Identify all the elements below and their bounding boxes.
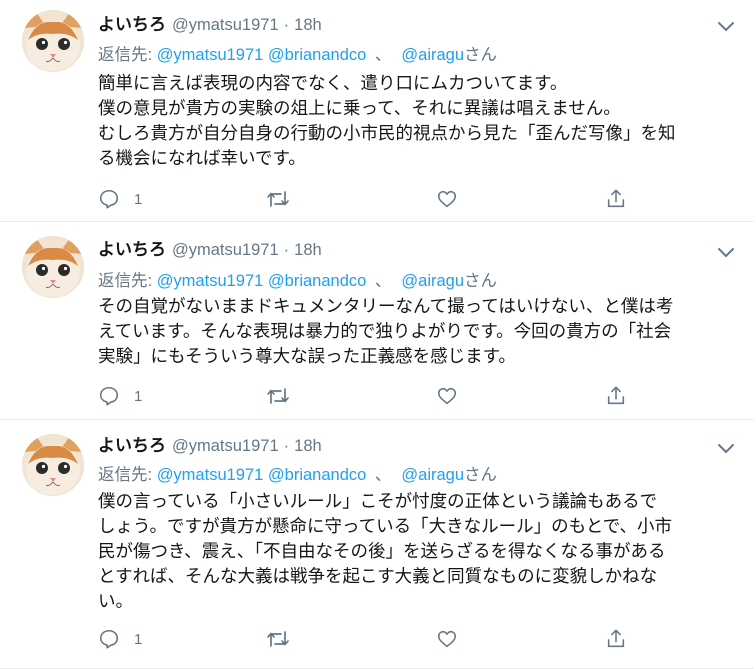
display-name[interactable]: よいちろ xyxy=(98,436,166,455)
display-name[interactable]: よいちろ xyxy=(98,240,166,259)
tweet[interactable]: よいちろ @ymatsu1971 · 18h 返信先: @ymatsu1971 @br… xyxy=(0,420,754,669)
reply-prefix: 返信先: xyxy=(98,272,153,290)
reply-button[interactable]: 1 xyxy=(98,626,142,652)
reply-count: 1 xyxy=(134,190,143,208)
chevron-down-icon[interactable] xyxy=(716,442,736,456)
chevron-down-icon[interactable] xyxy=(716,20,736,34)
retweet-icon xyxy=(267,191,289,207)
share-icon xyxy=(607,386,625,405)
share-icon xyxy=(607,629,625,648)
text-line: 民が傷つき、震え、「不自由なその後」を送らざるを得なくなる事がある xyxy=(98,541,666,561)
tweet-header: よいちろ @ymatsu1971 · 18h xyxy=(98,435,322,457)
mention-link[interactable]: @ymatsu1971 xyxy=(157,272,264,290)
reply-prefix: 返信先: xyxy=(98,46,153,64)
timestamp[interactable]: 18h xyxy=(294,16,322,34)
like-button[interactable] xyxy=(436,383,458,409)
heart-icon xyxy=(437,630,457,648)
reply-count: 1 xyxy=(134,630,143,648)
mention-link[interactable]: @brianandco xyxy=(268,466,366,484)
mention-link[interactable]: @brianandco xyxy=(268,46,366,64)
tweet-text: 簡単に言えば表現の内容でなく、遣り口にムカついてます。 僕の意見が貴方の実験の俎… xyxy=(98,71,720,171)
like-button[interactable] xyxy=(436,186,458,212)
kitten-avatar-icon xyxy=(22,434,84,496)
retweet-icon xyxy=(267,388,289,404)
kitten-avatar-icon xyxy=(22,236,84,298)
mention-link[interactable]: @airagu xyxy=(401,272,464,290)
share-button[interactable] xyxy=(605,626,627,652)
text-line: しょう。ですが貴方が懸命に守っている「大きなルール」のもとで、小市 xyxy=(98,516,672,536)
text-line: むしろ貴方が自分自身の行動の小市民的視点から見た「歪んだ写像」を知 xyxy=(98,123,676,143)
like-button[interactable] xyxy=(436,626,458,652)
mention-separator: 、 xyxy=(374,272,392,290)
reply-icon xyxy=(99,386,119,406)
reply-icon xyxy=(99,629,119,649)
tweet-text: その自覚がないままドキュメンタリーなんて撮ってはいけない、と僕は考 えています。… xyxy=(98,294,720,369)
mention-separator: 、 xyxy=(374,466,392,484)
share-button[interactable] xyxy=(605,186,627,212)
retweet-button[interactable] xyxy=(266,626,290,652)
text-line: い。 xyxy=(98,591,133,611)
timestamp[interactable]: 18h xyxy=(294,437,322,455)
reply-button[interactable]: 1 xyxy=(98,383,142,409)
tweet-actions: 1 xyxy=(98,186,658,212)
text-line: 簡単に言えば表現の内容でなく、遣り口にムカついてます。 xyxy=(98,73,568,93)
avatar[interactable] xyxy=(22,434,84,496)
retweet-icon xyxy=(267,631,289,647)
chevron-down-icon[interactable] xyxy=(716,246,736,260)
reply-context: 返信先: @ymatsu1971 @brianandco 、 @airaguさん xyxy=(98,270,497,292)
mention-suffix: さん xyxy=(464,466,498,484)
share-icon xyxy=(607,189,625,208)
text-line: 僕の意見が貴方の実験の俎上に乗って、それに異議は唱えません。 xyxy=(98,98,621,118)
separator-dot: · xyxy=(283,437,290,455)
timestamp[interactable]: 18h xyxy=(294,241,322,259)
tweet[interactable]: よいちろ @ymatsu1971 · 18h 返信先: @ymatsu1971 @br… xyxy=(0,222,754,420)
timeline: よいちろ @ymatsu1971 · 18h 返信先: @ymatsu1971 @br… xyxy=(0,0,756,669)
reply-icon xyxy=(99,189,119,209)
avatar[interactable] xyxy=(22,236,84,298)
text-line: 僕の言っている「小さいルール」こそが忖度の正体という議論もあるで xyxy=(98,491,658,511)
mention-link[interactable]: @ymatsu1971 xyxy=(157,46,264,64)
mention-link[interactable]: @airagu xyxy=(401,46,464,64)
reply-count: 1 xyxy=(134,387,143,405)
retweet-button[interactable] xyxy=(266,186,290,212)
mention-suffix: さん xyxy=(464,272,498,290)
reply-context: 返信先: @ymatsu1971 @brianandco 、 @airaguさん xyxy=(98,44,497,66)
separator-dot: · xyxy=(283,241,290,259)
text-line: る機会になれば幸いです。 xyxy=(98,148,306,168)
text-line: とすれば、そんな大義は戦争を起こす大義と同質なものに変貌しかねな xyxy=(98,566,658,586)
share-button[interactable] xyxy=(605,383,627,409)
tweet-actions: 1 xyxy=(98,626,658,652)
tweet[interactable]: よいちろ @ymatsu1971 · 18h 返信先: @ymatsu1971 @br… xyxy=(0,0,754,222)
tweet-text: 僕の言っている「小さいルール」こそが忖度の正体という議論もあるで しょう。ですが… xyxy=(98,489,720,614)
tweet-header: よいちろ @ymatsu1971 · 18h xyxy=(98,14,322,36)
retweet-button[interactable] xyxy=(266,383,290,409)
mention-link[interactable]: @brianandco xyxy=(268,272,366,290)
user-handle[interactable]: @ymatsu1971 xyxy=(172,241,279,259)
heart-icon xyxy=(437,387,457,405)
reply-context: 返信先: @ymatsu1971 @brianandco 、 @airaguさん xyxy=(98,464,497,486)
text-line: 実験」にもそういう尊大な誤った正義感を感じます。 xyxy=(98,346,516,366)
heart-icon xyxy=(437,190,457,208)
reply-prefix: 返信先: xyxy=(98,466,153,484)
tweet-actions: 1 xyxy=(98,383,658,409)
avatar[interactable] xyxy=(22,10,84,72)
mention-link[interactable]: @airagu xyxy=(401,466,464,484)
kitten-avatar-icon xyxy=(22,10,84,72)
user-handle[interactable]: @ymatsu1971 xyxy=(172,437,279,455)
display-name[interactable]: よいちろ xyxy=(98,15,166,34)
mention-link[interactable]: @ymatsu1971 xyxy=(157,466,264,484)
mention-suffix: さん xyxy=(464,46,498,64)
tweet-header: よいちろ @ymatsu1971 · 18h xyxy=(98,239,322,261)
reply-button[interactable]: 1 xyxy=(98,186,142,212)
mention-separator: 、 xyxy=(374,46,392,64)
separator-dot: · xyxy=(283,16,290,34)
user-handle[interactable]: @ymatsu1971 xyxy=(172,16,279,34)
text-line: えています。そんな表現は暴力的で独りよがりです。今回の貴方の「社会 xyxy=(98,321,672,341)
text-line: その自覚がないままドキュメンタリーなんて撮ってはいけない、と僕は考 xyxy=(98,296,674,316)
